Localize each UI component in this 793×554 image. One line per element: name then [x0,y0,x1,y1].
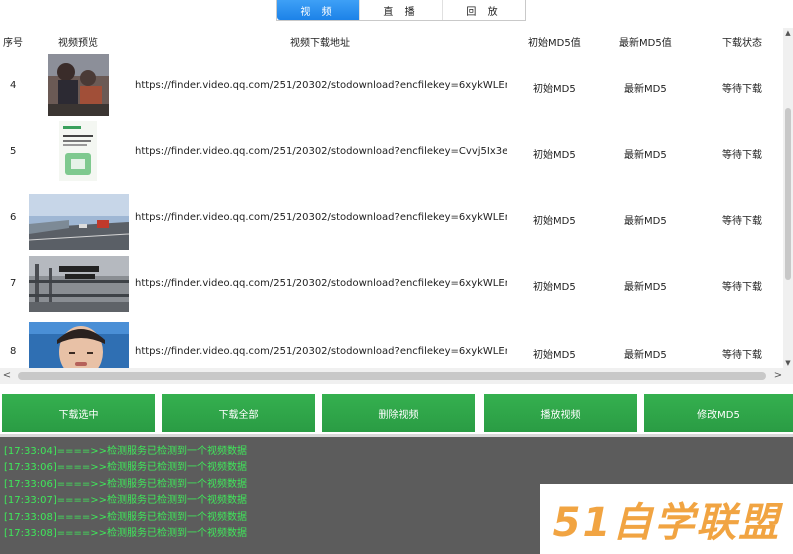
download-selected-button[interactable]: 下载选中 [2,394,155,432]
scroll-down-icon[interactable]: ▼ [783,358,793,368]
row-status: 等待下载 [722,282,762,293]
row-md5-latest: 最新MD5 [624,282,667,293]
play-video-button[interactable]: 播放视频 [484,394,637,432]
row-url[interactable]: https://finder.video.qq.com/251/20302/st… [135,278,507,289]
row-status: 等待下载 [722,84,762,95]
row-md5-latest: 最新MD5 [624,216,667,227]
tab-replay[interactable]: 回 放 [443,0,525,20]
row-md5-initial: 初始MD5 [533,282,576,293]
row-md5-initial: 初始MD5 [533,350,576,361]
modify-md5-button[interactable]: 修改MD5 [644,394,793,432]
table-row[interactable]: 4 https://finder.video.qq.com/251/20302/… [0,52,783,118]
video-preview-thumbnail[interactable] [29,194,129,250]
row-index: 7 [10,278,17,289]
row-md5-initial: 初始MD5 [533,216,576,227]
video-table: 序号 视频预览 视频下载地址 初始MD5值 最新MD5值 下载状态 4 http… [0,28,793,384]
row-index: 5 [10,146,17,157]
row-status: 等待下载 [722,150,762,161]
log-line: [17:33:06]====>>检测服务已检测到一个视频数据 [4,479,247,490]
row-url[interactable]: https://finder.video.qq.com/251/20302/st… [135,212,507,223]
watermark-logo: 51自学联盟 [540,484,793,554]
log-line: [17:33:06]====>>检测服务已检测到一个视频数据 [4,462,247,473]
horizontal-scroll-thumb[interactable] [18,372,766,380]
vertical-scrollbar[interactable]: ▲ ▼ [783,28,793,368]
table-row[interactable]: 6 https://finder.video.qq.com/251/20302/… [0,184,783,250]
tab-video[interactable]: 视 频 [277,0,360,20]
header-index: 序号 [3,38,23,49]
log-line: [17:33:08]====>>检测服务已检测到一个视频数据 [4,512,247,523]
header-status: 下载状态 [722,38,762,49]
header-md5-latest: 最新MD5值 [619,38,672,49]
header-md5-initial: 初始MD5值 [528,38,581,49]
video-preview-thumbnail[interactable] [29,322,129,372]
row-md5-latest: 最新MD5 [624,350,667,361]
row-url[interactable]: https://finder.video.qq.com/251/20302/st… [135,346,507,357]
scroll-right-icon[interactable]: > [771,368,785,384]
table-row[interactable]: 7 https://finder.video.qq.com/251/20302/… [0,250,783,316]
row-index: 6 [10,212,17,223]
row-status: 等待下载 [722,350,762,361]
row-md5-initial: 初始MD5 [533,150,576,161]
scroll-up-icon[interactable]: ▲ [783,28,793,38]
action-bar: 下载选中 下载全部 删除视频 播放视频 修改MD5 [0,392,793,434]
video-preview-thumbnail[interactable] [48,54,109,116]
delete-video-button[interactable]: 删除视频 [322,394,475,432]
download-all-button[interactable]: 下载全部 [162,394,315,432]
row-url[interactable]: https://finder.video.qq.com/251/20302/st… [135,80,507,91]
log-line: [17:33:08]====>>检测服务已检测到一个视频数据 [4,528,247,539]
table-header: 序号 视频预览 视频下载地址 初始MD5值 最新MD5值 下载状态 [0,28,783,52]
log-line: [17:33:07]====>>检测服务已检测到一个视频数据 [4,495,247,506]
header-preview: 视频预览 [58,38,98,49]
row-index: 8 [10,346,17,357]
media-tabs: 视 频 直 播 回 放 [276,0,526,21]
video-preview-thumbnail[interactable] [29,256,129,312]
row-md5-latest: 最新MD5 [624,84,667,95]
scroll-left-icon[interactable]: < [0,368,14,384]
video-preview-thumbnail[interactable] [59,121,97,181]
tab-live[interactable]: 直 播 [360,0,443,20]
log-line: [17:33:04]====>>检测服务已检测到一个视频数据 [4,446,247,457]
watermark-text: 51自学联盟 [552,500,781,546]
table-row[interactable]: 5 https://finder.video.qq.com/251/20302/… [0,118,783,184]
header-url: 视频下载地址 [290,38,350,49]
row-md5-initial: 初始MD5 [533,84,576,95]
row-status: 等待下载 [722,216,762,227]
row-url[interactable]: https://finder.video.qq.com/251/20302/st… [135,146,507,157]
vertical-scroll-thumb[interactable] [785,108,791,280]
row-index: 4 [10,80,17,91]
horizontal-scrollbar[interactable]: < > [0,368,793,384]
row-md5-latest: 最新MD5 [624,150,667,161]
